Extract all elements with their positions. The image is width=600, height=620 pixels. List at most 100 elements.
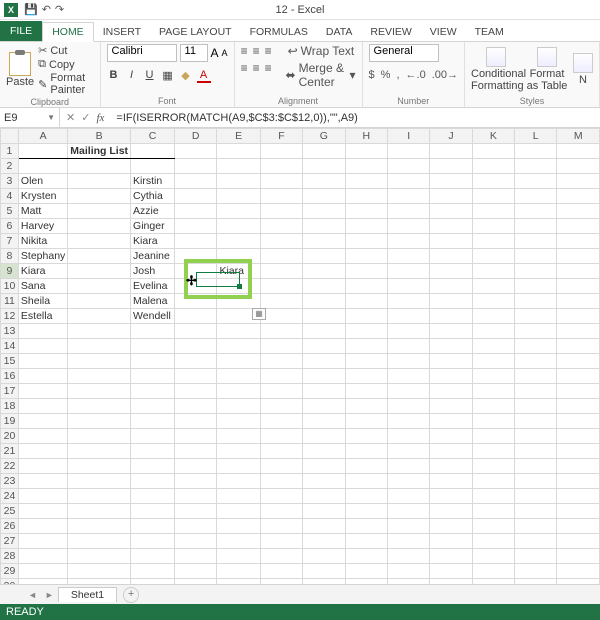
cell-I3[interactable] (388, 174, 430, 189)
cell-H17[interactable] (345, 384, 387, 399)
cell-M22[interactable] (557, 459, 600, 474)
sheet-nav-prev-icon[interactable]: ◄ (24, 590, 41, 600)
cell-J22[interactable] (430, 459, 472, 474)
cell-J23[interactable] (430, 474, 472, 489)
merge-center-button[interactable]: ⬌Merge & Center ▾ (286, 61, 356, 89)
col-header-G[interactable]: G (303, 129, 345, 144)
cell-A22[interactable] (18, 459, 67, 474)
cell-I7[interactable] (388, 234, 430, 249)
cell-I20[interactable] (388, 429, 430, 444)
cell-D16[interactable] (174, 369, 216, 384)
cell-G4[interactable] (303, 189, 345, 204)
cell-A23[interactable] (18, 474, 67, 489)
cell-L13[interactable] (515, 324, 557, 339)
cell-G27[interactable] (303, 534, 345, 549)
cell-I16[interactable] (388, 369, 430, 384)
col-header-K[interactable]: K (472, 129, 514, 144)
cell-H26[interactable] (345, 519, 387, 534)
tab-file[interactable]: FILE (0, 21, 42, 41)
cell-D11[interactable] (174, 294, 216, 309)
cell-H2[interactable] (345, 159, 387, 174)
cell-H1[interactable] (345, 144, 387, 159)
cell-M25[interactable] (557, 504, 600, 519)
cell-G28[interactable] (303, 549, 345, 564)
cell-M16[interactable] (557, 369, 600, 384)
cell-C5[interactable]: Azzie (131, 204, 175, 219)
row-header-15[interactable]: 15 (1, 354, 19, 369)
cell-C9[interactable]: Josh (131, 264, 175, 279)
cell-M20[interactable] (557, 429, 600, 444)
cell-H20[interactable] (345, 429, 387, 444)
cell-D1[interactable] (174, 144, 216, 159)
cell-D25[interactable] (174, 504, 216, 519)
cell-H16[interactable] (345, 369, 387, 384)
cell-G30[interactable] (303, 579, 345, 585)
cell-F1[interactable] (260, 144, 302, 159)
col-header-E[interactable]: E (217, 129, 260, 144)
cell-H13[interactable] (345, 324, 387, 339)
cell-E20[interactable] (217, 429, 260, 444)
cell-E13[interactable] (217, 324, 260, 339)
row-header-5[interactable]: 5 (1, 204, 19, 219)
cell-H9[interactable] (345, 264, 387, 279)
row-header-14[interactable]: 14 (1, 339, 19, 354)
tab-data[interactable]: DATA (317, 23, 361, 41)
save-icon[interactable]: 💾 (24, 3, 38, 16)
cell-B18[interactable] (68, 399, 131, 414)
col-header-H[interactable]: H (345, 129, 387, 144)
cell-K7[interactable] (472, 234, 514, 249)
cell-E18[interactable] (217, 399, 260, 414)
cell-D13[interactable] (174, 324, 216, 339)
cell-K15[interactable] (472, 354, 514, 369)
font-name-select[interactable]: Calibri (107, 44, 177, 62)
cell-K13[interactable] (472, 324, 514, 339)
cell-L6[interactable] (515, 219, 557, 234)
cell-H3[interactable] (345, 174, 387, 189)
cell-H15[interactable] (345, 354, 387, 369)
cell-K19[interactable] (472, 414, 514, 429)
cell-F20[interactable] (260, 429, 302, 444)
cell-D12[interactable] (174, 309, 216, 324)
cell-H19[interactable] (345, 414, 387, 429)
cell-D23[interactable] (174, 474, 216, 489)
cell-I4[interactable] (388, 189, 430, 204)
cancel-formula-icon[interactable]: ✕ (66, 111, 75, 124)
cell-D4[interactable] (174, 189, 216, 204)
cell-L5[interactable] (515, 204, 557, 219)
cell-J13[interactable] (430, 324, 472, 339)
cell-B10[interactable] (68, 279, 131, 294)
cell-A6[interactable]: Harvey (18, 219, 67, 234)
cell-J14[interactable] (430, 339, 472, 354)
cell-B21[interactable] (68, 444, 131, 459)
cell-M12[interactable] (557, 309, 600, 324)
cell-A11[interactable]: Sheila (18, 294, 67, 309)
cell-H18[interactable] (345, 399, 387, 414)
cell-J6[interactable] (430, 219, 472, 234)
autofill-options-icon[interactable]: ▦ (252, 308, 266, 320)
cell-G20[interactable] (303, 429, 345, 444)
cell-F4[interactable] (260, 189, 302, 204)
redo-icon[interactable]: ↷ (55, 3, 64, 16)
cell-L12[interactable] (515, 309, 557, 324)
cell-L15[interactable] (515, 354, 557, 369)
cell-L29[interactable] (515, 564, 557, 579)
cell-B8[interactable] (68, 249, 131, 264)
cell-M18[interactable] (557, 399, 600, 414)
row-header-28[interactable]: 28 (1, 549, 19, 564)
row-header-19[interactable]: 19 (1, 414, 19, 429)
row-header-22[interactable]: 22 (1, 459, 19, 474)
cell-D5[interactable] (174, 204, 216, 219)
select-all-corner[interactable] (1, 129, 19, 144)
cell-E14[interactable] (217, 339, 260, 354)
row-header-16[interactable]: 16 (1, 369, 19, 384)
cell-D19[interactable] (174, 414, 216, 429)
cell-H27[interactable] (345, 534, 387, 549)
cell-B17[interactable] (68, 384, 131, 399)
col-header-L[interactable]: L (515, 129, 557, 144)
cell-I25[interactable] (388, 504, 430, 519)
cell-G29[interactable] (303, 564, 345, 579)
cell-D18[interactable] (174, 399, 216, 414)
cell-B29[interactable] (68, 564, 131, 579)
cell-L22[interactable] (515, 459, 557, 474)
cell-L2[interactable] (515, 159, 557, 174)
